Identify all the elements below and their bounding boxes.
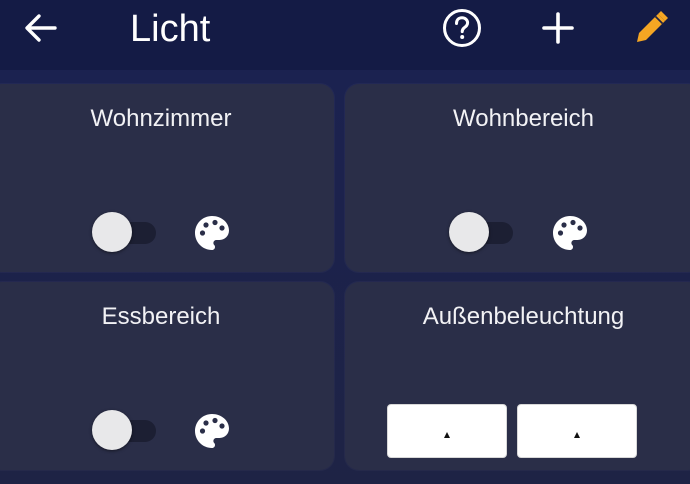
arrow-left-icon xyxy=(25,14,57,42)
edit-button[interactable] xyxy=(628,6,674,50)
caret-up-icon xyxy=(444,432,450,438)
palette-icon[interactable] xyxy=(551,214,589,252)
help-circle-icon xyxy=(443,9,481,47)
dimmer-slider-1[interactable] xyxy=(387,404,507,458)
card-title: Wohnzimmer xyxy=(90,105,232,132)
toggle-knob xyxy=(92,212,132,252)
back-button[interactable] xyxy=(18,8,64,48)
caret-up-icon xyxy=(574,432,580,438)
card-title: Wohnbereich xyxy=(453,105,594,132)
light-card-essbereich: Essbereich xyxy=(0,282,334,470)
palette-icon[interactable] xyxy=(193,412,231,450)
page-title: Licht xyxy=(130,8,211,50)
card-title: Außenbeleuchtung xyxy=(422,303,625,330)
light-toggle[interactable] xyxy=(449,212,513,252)
light-toggle[interactable] xyxy=(92,410,156,450)
light-card-wohnbereich: Wohnbereich xyxy=(345,84,690,272)
add-button[interactable] xyxy=(536,8,580,48)
light-card-aussenbeleuchtung: Außenbeleuchtung xyxy=(345,282,690,470)
help-button[interactable] xyxy=(440,8,484,48)
plus-icon xyxy=(542,12,574,44)
palette-icon[interactable] xyxy=(193,214,231,252)
toggle-knob xyxy=(449,212,489,252)
app-bar xyxy=(0,0,690,70)
card-title: Essbereich xyxy=(101,303,221,330)
dimmer-slider-2[interactable] xyxy=(517,404,637,458)
pencil-icon xyxy=(637,11,668,42)
toggle-knob xyxy=(92,410,132,450)
light-card-wohnzimmer: Wohnzimmer xyxy=(0,84,334,272)
light-toggle[interactable] xyxy=(92,212,156,252)
